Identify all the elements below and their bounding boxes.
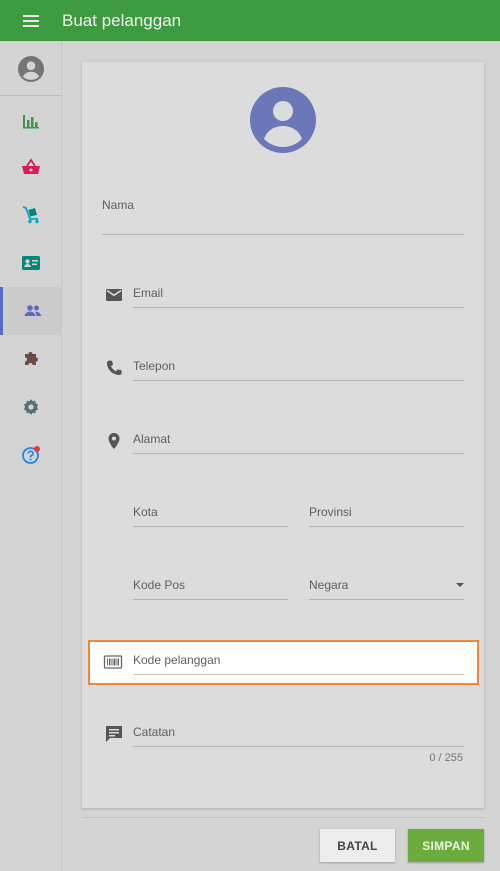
person-avatar-icon[interactable] — [250, 87, 316, 153]
sidebar-item-sales[interactable] — [0, 144, 62, 192]
page-title: Buat pelanggan — [62, 10, 182, 30]
customers-icon — [24, 305, 41, 316]
notes-icon — [104, 724, 124, 744]
sidebar-item-help[interactable] — [0, 431, 62, 479]
sidebar-item-reports[interactable] — [0, 97, 62, 145]
customer-code-field-highlight: Kode pelanggan — [88, 640, 479, 685]
address-underline — [133, 453, 464, 454]
province-label: Provinsi — [309, 505, 352, 519]
notes-underline — [133, 746, 464, 747]
sidebar-item-purchases[interactable] — [0, 191, 62, 239]
customer-form-card: Nama Email Telepon Alamat Kota Provinsi … — [82, 62, 484, 808]
customer-code-field[interactable]: Kode pelanggan — [133, 653, 464, 675]
province-field[interactable]: Provinsi — [309, 505, 464, 527]
email-label: Email — [133, 286, 164, 300]
country-label: Negara — [309, 578, 349, 592]
phone-field[interactable]: Telepon — [133, 359, 464, 381]
address-field[interactable]: Alamat — [133, 432, 464, 454]
top-app-bar: Buat pelanggan — [0, 0, 500, 41]
notes-field[interactable]: Catatan — [133, 725, 464, 747]
postal-code-field[interactable]: Kode Pos — [133, 578, 288, 600]
sidebar-item-contacts[interactable] — [0, 239, 62, 287]
city-underline — [133, 526, 288, 527]
barcode-icon — [103, 652, 123, 672]
name-field[interactable]: Nama — [102, 198, 464, 235]
help-icon — [22, 446, 40, 464]
hamburger-menu-icon[interactable] — [0, 0, 62, 41]
email-underline — [133, 307, 464, 308]
sidebar-item-extensions[interactable] — [0, 335, 62, 383]
phone-label: Telepon — [133, 359, 176, 373]
name-underline — [102, 234, 464, 235]
settings-icon — [24, 399, 38, 415]
customer-code-label: Kode pelanggan — [133, 653, 221, 667]
phone-underline — [133, 380, 464, 381]
postal-code-underline — [133, 599, 288, 600]
extensions-icon — [25, 352, 38, 365]
city-label: Kota — [133, 505, 158, 519]
cancel-button[interactable]: BATAL — [320, 829, 395, 862]
country-underline — [309, 599, 464, 600]
email-field[interactable]: Email — [133, 286, 464, 308]
notes-char-counter: 0 / 255 — [429, 752, 463, 764]
sidebar-item-settings[interactable] — [0, 383, 62, 431]
country-select[interactable]: Negara — [309, 578, 464, 600]
sales-basket-icon — [22, 158, 40, 174]
sidebar-divider — [0, 95, 62, 96]
account-icon[interactable] — [0, 45, 62, 93]
name-label: Nama — [102, 198, 135, 212]
reports-icon — [23, 115, 39, 129]
email-icon — [104, 285, 124, 305]
save-button[interactable]: SIMPAN — [408, 829, 484, 862]
sidebar-item-customers[interactable] — [0, 287, 62, 335]
customer-code-underline — [133, 674, 464, 675]
city-field[interactable]: Kota — [133, 505, 288, 527]
location-pin-icon — [104, 431, 124, 451]
postal-code-label: Kode Pos — [133, 578, 186, 592]
actions-divider — [82, 817, 484, 818]
sidebar — [0, 41, 62, 871]
contact-card-icon — [22, 256, 40, 270]
province-underline — [309, 526, 464, 527]
purchase-cart-icon — [22, 206, 39, 224]
chevron-down-icon — [456, 583, 464, 587]
notes-label: Catatan — [133, 725, 176, 739]
phone-icon — [104, 358, 124, 378]
address-label: Alamat — [133, 432, 171, 446]
